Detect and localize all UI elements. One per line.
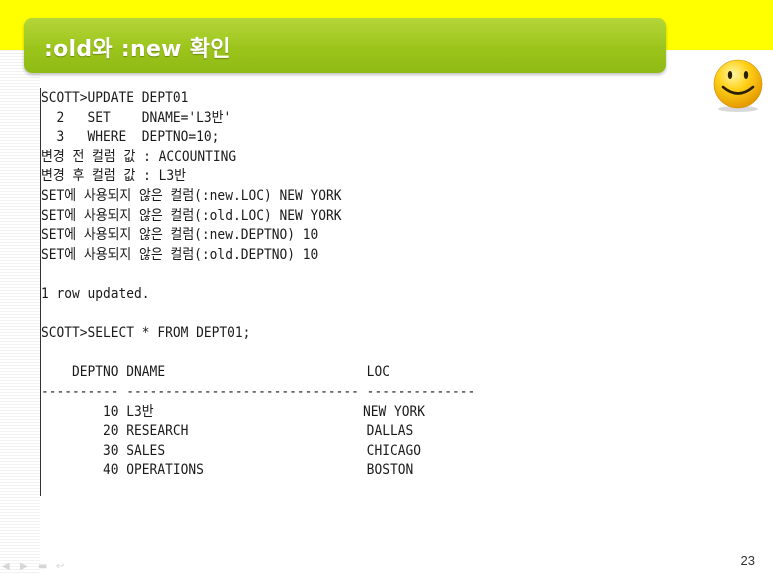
console-line: 1 row updated. bbox=[41, 286, 150, 302]
left-stripe-decoration bbox=[0, 50, 40, 574]
console-line: ---------- -----------------------------… bbox=[41, 384, 476, 400]
console-line: 30 SALES CHICAGO bbox=[41, 442, 421, 459]
console-line: SET에 사용되지 않은 컬럼(:new.DEPTNO) 10 bbox=[41, 227, 319, 244]
slide-title: :old와 :new 확인 bbox=[44, 37, 231, 62]
console-line: 2 SET DNAME='L3반' bbox=[41, 109, 232, 126]
console-line: SCOTT>SELECT * FROM DEPT01; bbox=[41, 325, 251, 342]
console-line: 10 L3반 NEW YORK bbox=[41, 403, 426, 420]
console-line: SET에 사용되지 않은 컬럼(:old.LOC) NEW YORK bbox=[41, 207, 342, 224]
smiley-face-icon bbox=[713, 59, 763, 112]
sqlplus-console-output: SCOTT>UPDATE DEPT01 2 SET DNAME='L3반' 3 … bbox=[40, 88, 601, 496]
console-line: SCOTT>UPDATE DEPT01 bbox=[41, 90, 189, 106]
slide-nav-controls: ◀ ▶ ▬ ↩ bbox=[2, 562, 70, 572]
prev-slide-icon[interactable]: ◀ bbox=[2, 562, 16, 572]
title-bar: :old와 :new 확인 bbox=[24, 18, 666, 73]
console-line: SET에 사용되지 않은 컬럼(:new.LOC) NEW YORK bbox=[41, 188, 342, 204]
return-icon[interactable]: ↩ bbox=[56, 562, 70, 572]
console-line: SET에 사용되지 않은 컬럼(:old.DEPTNO) 10 bbox=[41, 246, 319, 263]
page-number: 23 bbox=[740, 553, 755, 568]
menu-icon[interactable]: ▬ bbox=[38, 562, 52, 572]
console-line: 변경 후 컬럼 값 : L3반 bbox=[41, 168, 186, 185]
console-line: 변경 전 컬럼 값 : ACCOUNTING bbox=[41, 148, 237, 165]
console-line: DEPTNO DNAME LOC bbox=[41, 364, 390, 381]
console-line: 3 WHERE DEPTNO=10; bbox=[41, 129, 220, 146]
console-line: 40 OPERATIONS BOSTON bbox=[41, 462, 414, 479]
next-slide-icon[interactable]: ▶ bbox=[20, 562, 34, 572]
console-line: 20 RESEARCH DALLAS bbox=[41, 423, 414, 440]
